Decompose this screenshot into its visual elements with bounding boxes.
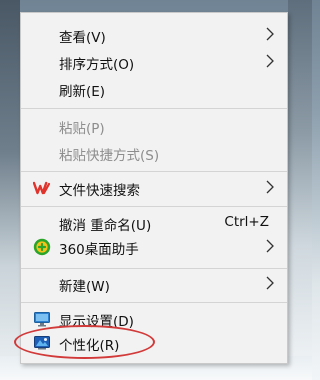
menu-item-personalize[interactable]: 个性化(R) xyxy=(21,331,287,355)
menu-item-display-settings[interactable]: 显示设置(D) xyxy=(21,307,287,331)
menu-item-paste-shortcut[interactable]: 粘贴快捷方式(S) xyxy=(21,141,287,165)
menu-separator xyxy=(21,268,287,269)
chevron-right-icon xyxy=(266,54,274,68)
menu-item-label: 查看(V) xyxy=(59,30,106,46)
menu-item-label: 刷新(E) xyxy=(59,84,106,100)
menu-item-label: 撤消 重命名(U) xyxy=(59,218,152,234)
360-desktop-assistant-icon xyxy=(33,238,51,256)
wallpaper-right xyxy=(288,0,312,380)
chevron-right-icon xyxy=(266,239,274,253)
chevron-right-icon xyxy=(266,276,274,290)
display-settings-icon xyxy=(34,312,50,327)
menu-item-label: 360桌面助手 xyxy=(59,242,139,258)
menu-item-sort-by[interactable]: 排序方式(O) xyxy=(21,50,287,74)
menu-item-new[interactable]: 新建(W) xyxy=(21,272,287,296)
menu-item-360-desktop-assistant[interactable]: 360桌面助手 xyxy=(21,235,287,259)
menu-separator xyxy=(21,206,287,207)
menu-separator xyxy=(21,171,287,172)
menu-separator xyxy=(21,302,287,303)
menu-item-label: 显示设置(D) xyxy=(59,314,134,330)
menu-item-paste[interactable]: 粘贴(P) xyxy=(21,114,287,138)
menu-item-label: 文件快速搜索 xyxy=(59,183,140,199)
menu-item-label: 新建(W) xyxy=(59,279,110,295)
personalize-icon xyxy=(34,336,50,350)
desktop-context-menu: 查看(V) 排序方式(O) 刷新(E) 粘贴(P) 粘贴快捷方式(S) 文件快速… xyxy=(20,12,288,364)
menu-item-file-quick-search[interactable]: 文件快速搜索 xyxy=(21,176,287,200)
chevron-right-icon xyxy=(266,27,274,41)
menu-item-shortcut: Ctrl+Z xyxy=(224,214,269,230)
menu-item-refresh[interactable]: 刷新(E) xyxy=(21,77,287,101)
chevron-right-icon xyxy=(266,180,274,194)
wallpaper-left xyxy=(0,0,20,380)
menu-separator xyxy=(21,108,287,109)
menu-item-label: 个性化(R) xyxy=(59,338,120,354)
menu-item-label: 粘贴快捷方式(S) xyxy=(59,148,160,164)
menu-item-view[interactable]: 查看(V) xyxy=(21,23,287,47)
menu-item-undo-rename[interactable]: 撤消 重命名(U) Ctrl+Z xyxy=(21,211,287,235)
wps-icon xyxy=(33,181,51,195)
menu-item-label: 排序方式(O) xyxy=(59,57,135,73)
menu-item-label: 粘贴(P) xyxy=(59,121,105,137)
